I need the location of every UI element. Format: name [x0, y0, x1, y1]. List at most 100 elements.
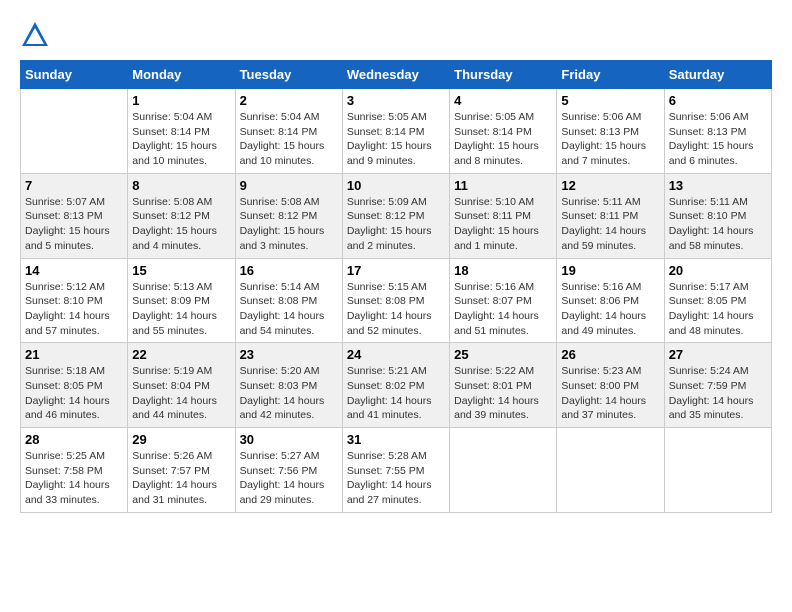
calendar-week-4: 21 Sunrise: 5:18 AM Sunset: 8:05 PM Dayli…: [21, 343, 772, 428]
day-info: Sunrise: 5:24 AM Sunset: 7:59 PM Dayligh…: [669, 364, 767, 423]
day-info: Sunrise: 5:26 AM Sunset: 7:57 PM Dayligh…: [132, 449, 230, 508]
header-row: SundayMondayTuesdayWednesdayThursdayFrid…: [21, 61, 772, 89]
calendar-cell: 22 Sunrise: 5:19 AM Sunset: 8:04 PM Dayli…: [128, 343, 235, 428]
column-header-sunday: Sunday: [21, 61, 128, 89]
day-number: 29: [132, 432, 230, 447]
column-header-wednesday: Wednesday: [342, 61, 449, 89]
day-info: Sunrise: 5:17 AM Sunset: 8:05 PM Dayligh…: [669, 280, 767, 339]
calendar-cell: 26 Sunrise: 5:23 AM Sunset: 8:00 PM Dayli…: [557, 343, 664, 428]
day-number: 18: [454, 263, 552, 278]
calendar-cell: 31 Sunrise: 5:28 AM Sunset: 7:55 PM Dayli…: [342, 428, 449, 513]
calendar-cell: 13 Sunrise: 5:11 AM Sunset: 8:10 PM Dayli…: [664, 173, 771, 258]
calendar-cell: [664, 428, 771, 513]
day-number: 17: [347, 263, 445, 278]
calendar-cell: 2Sunrise: 5:04 AM Sunset: 8:14 PM Daylig…: [235, 89, 342, 174]
day-number: 30: [240, 432, 338, 447]
calendar-cell: 4Sunrise: 5:05 AM Sunset: 8:14 PM Daylig…: [450, 89, 557, 174]
day-info: Sunrise: 5:22 AM Sunset: 8:01 PM Dayligh…: [454, 364, 552, 423]
day-info: Sunrise: 5:09 AM Sunset: 8:12 PM Dayligh…: [347, 195, 445, 254]
day-info: Sunrise: 5:28 AM Sunset: 7:55 PM Dayligh…: [347, 449, 445, 508]
day-info: Sunrise: 5:16 AM Sunset: 8:07 PM Dayligh…: [454, 280, 552, 339]
calendar-cell: 30 Sunrise: 5:27 AM Sunset: 7:56 PM Dayli…: [235, 428, 342, 513]
calendar-cell: 29 Sunrise: 5:26 AM Sunset: 7:57 PM Dayli…: [128, 428, 235, 513]
column-header-monday: Monday: [128, 61, 235, 89]
day-number: 27: [669, 347, 767, 362]
day-info: Sunrise: 5:07 AM Sunset: 8:13 PM Dayligh…: [25, 195, 123, 254]
calendar-cell: 8 Sunrise: 5:08 AM Sunset: 8:12 PM Daylig…: [128, 173, 235, 258]
day-number: 23: [240, 347, 338, 362]
day-info: Sunrise: 5:05 AM Sunset: 8:14 PM Dayligh…: [347, 110, 445, 169]
column-header-saturday: Saturday: [664, 61, 771, 89]
calendar-cell: 21 Sunrise: 5:18 AM Sunset: 8:05 PM Dayli…: [21, 343, 128, 428]
day-number: 3: [347, 93, 445, 108]
day-number: 7: [25, 178, 123, 193]
day-info: Sunrise: 5:08 AM Sunset: 8:12 PM Dayligh…: [132, 195, 230, 254]
day-info: Sunrise: 5:23 AM Sunset: 8:00 PM Dayligh…: [561, 364, 659, 423]
day-info: Sunrise: 5:20 AM Sunset: 8:03 PM Dayligh…: [240, 364, 338, 423]
day-info: Sunrise: 5:04 AM Sunset: 8:14 PM Dayligh…: [132, 110, 230, 169]
calendar-week-3: 14 Sunrise: 5:12 AM Sunset: 8:10 PM Dayli…: [21, 258, 772, 343]
calendar-week-5: 28Sunrise: 5:25 AM Sunset: 7:58 PM Dayli…: [21, 428, 772, 513]
calendar-cell: [450, 428, 557, 513]
day-info: Sunrise: 5:10 AM Sunset: 8:11 PM Dayligh…: [454, 195, 552, 254]
calendar-cell: 9Sunrise: 5:08 AM Sunset: 8:12 PM Daylig…: [235, 173, 342, 258]
calendar-cell: 27 Sunrise: 5:24 AM Sunset: 7:59 PM Dayli…: [664, 343, 771, 428]
calendar-cell: 17Sunrise: 5:15 AM Sunset: 8:08 PM Dayli…: [342, 258, 449, 343]
day-number: 1: [132, 93, 230, 108]
day-info: Sunrise: 5:13 AM Sunset: 8:09 PM Dayligh…: [132, 280, 230, 339]
calendar-cell: 6 Sunrise: 5:06 AM Sunset: 8:13 PM Daylig…: [664, 89, 771, 174]
column-header-friday: Friday: [557, 61, 664, 89]
calendar-week-2: 7 Sunrise: 5:07 AM Sunset: 8:13 PM Daylig…: [21, 173, 772, 258]
day-info: Sunrise: 5:27 AM Sunset: 7:56 PM Dayligh…: [240, 449, 338, 508]
calendar-cell: 20 Sunrise: 5:17 AM Sunset: 8:05 PM Dayli…: [664, 258, 771, 343]
day-info: Sunrise: 5:21 AM Sunset: 8:02 PM Dayligh…: [347, 364, 445, 423]
day-info: Sunrise: 5:18 AM Sunset: 8:05 PM Dayligh…: [25, 364, 123, 423]
calendar-cell: 12 Sunrise: 5:11 AM Sunset: 8:11 PM Dayli…: [557, 173, 664, 258]
day-number: 14: [25, 263, 123, 278]
day-info: Sunrise: 5:08 AM Sunset: 8:12 PM Dayligh…: [240, 195, 338, 254]
calendar-cell: 11Sunrise: 5:10 AM Sunset: 8:11 PM Dayli…: [450, 173, 557, 258]
day-info: Sunrise: 5:16 AM Sunset: 8:06 PM Dayligh…: [561, 280, 659, 339]
calendar-cell: 24 Sunrise: 5:21 AM Sunset: 8:02 PM Dayli…: [342, 343, 449, 428]
day-number: 25: [454, 347, 552, 362]
calendar-cell: [21, 89, 128, 174]
calendar-cell: 16Sunrise: 5:14 AM Sunset: 8:08 PM Dayli…: [235, 258, 342, 343]
calendar-cell: 15 Sunrise: 5:13 AM Sunset: 8:09 PM Dayli…: [128, 258, 235, 343]
day-number: 13: [669, 178, 767, 193]
calendar-cell: 14 Sunrise: 5:12 AM Sunset: 8:10 PM Dayli…: [21, 258, 128, 343]
day-number: 22: [132, 347, 230, 362]
calendar-cell: 1 Sunrise: 5:04 AM Sunset: 8:14 PM Daylig…: [128, 89, 235, 174]
day-info: Sunrise: 5:12 AM Sunset: 8:10 PM Dayligh…: [25, 280, 123, 339]
column-header-thursday: Thursday: [450, 61, 557, 89]
day-number: 16: [240, 263, 338, 278]
calendar-cell: 25 Sunrise: 5:22 AM Sunset: 8:01 PM Dayli…: [450, 343, 557, 428]
day-info: Sunrise: 5:06 AM Sunset: 8:13 PM Dayligh…: [669, 110, 767, 169]
logo-icon: [20, 20, 50, 50]
day-number: 2: [240, 93, 338, 108]
calendar-cell: 28Sunrise: 5:25 AM Sunset: 7:58 PM Dayli…: [21, 428, 128, 513]
day-number: 10: [347, 178, 445, 193]
calendar-week-1: 1 Sunrise: 5:04 AM Sunset: 8:14 PM Daylig…: [21, 89, 772, 174]
day-number: 20: [669, 263, 767, 278]
day-info: Sunrise: 5:19 AM Sunset: 8:04 PM Dayligh…: [132, 364, 230, 423]
day-info: Sunrise: 5:05 AM Sunset: 8:14 PM Dayligh…: [454, 110, 552, 169]
day-info: Sunrise: 5:11 AM Sunset: 8:11 PM Dayligh…: [561, 195, 659, 254]
day-number: 12: [561, 178, 659, 193]
calendar-cell: 10 Sunrise: 5:09 AM Sunset: 8:12 PM Dayli…: [342, 173, 449, 258]
day-number: 6: [669, 93, 767, 108]
day-number: 19: [561, 263, 659, 278]
calendar-cell: 3 Sunrise: 5:05 AM Sunset: 8:14 PM Daylig…: [342, 89, 449, 174]
day-number: 24: [347, 347, 445, 362]
calendar-cell: 19 Sunrise: 5:16 AM Sunset: 8:06 PM Dayli…: [557, 258, 664, 343]
day-number: 28: [25, 432, 123, 447]
day-number: 8: [132, 178, 230, 193]
day-number: 21: [25, 347, 123, 362]
day-number: 5: [561, 93, 659, 108]
day-number: 31: [347, 432, 445, 447]
logo: [20, 20, 54, 50]
page-header: [20, 20, 772, 50]
day-number: 15: [132, 263, 230, 278]
day-number: 26: [561, 347, 659, 362]
calendar-cell: 23 Sunrise: 5:20 AM Sunset: 8:03 PM Dayli…: [235, 343, 342, 428]
day-info: Sunrise: 5:11 AM Sunset: 8:10 PM Dayligh…: [669, 195, 767, 254]
